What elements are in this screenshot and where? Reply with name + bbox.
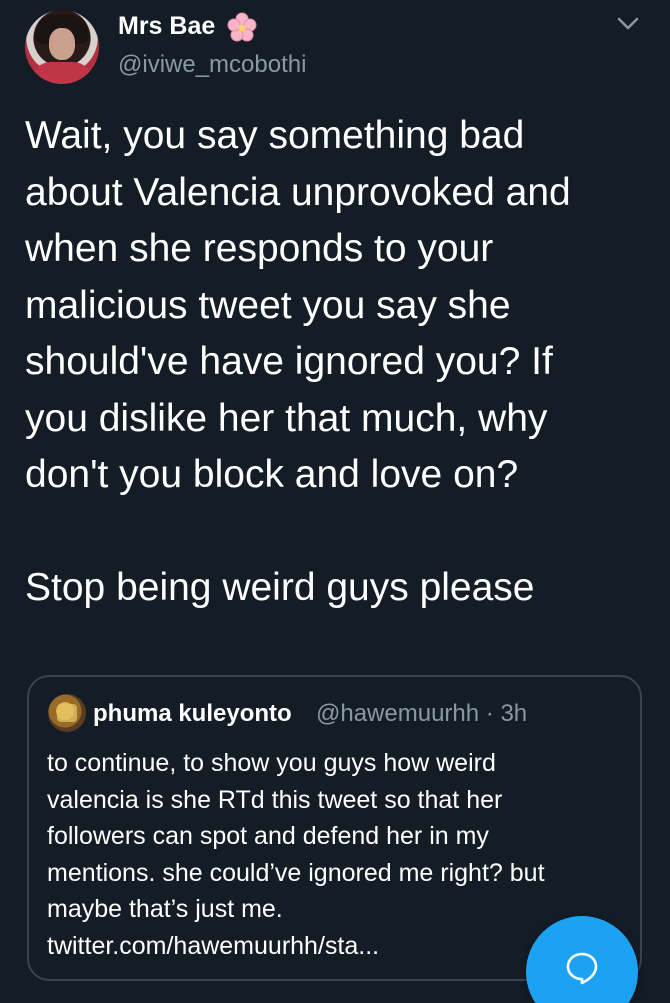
- compose-message-icon: [566, 952, 598, 985]
- cherry-blossom-icon: [227, 12, 257, 42]
- author-handle[interactable]: @iviwe_mcobothi: [118, 51, 306, 79]
- quoted-tweet-avatar: [48, 694, 86, 732]
- tweet-paragraph-1: Wait, you say something bad about Valenc…: [25, 114, 571, 496]
- avatar[interactable]: [25, 10, 99, 84]
- tweet-screen: Mrs Bae @iviwe_mcobothi Wait, you say so…: [0, 0, 670, 1003]
- quoted-tweet-display-name: phuma kuleyonto: [93, 700, 292, 727]
- tweet-text: Wait, you say something bad about Valenc…: [25, 108, 655, 617]
- chevron-down-icon[interactable]: [615, 12, 641, 34]
- author-display-name[interactable]: Mrs Bae: [118, 12, 215, 41]
- quoted-tweet-handle-time: @hawemuurhh · 3h: [316, 700, 528, 727]
- quoted-avatar-detail: [57, 704, 77, 722]
- tweet-paragraph-2: Stop being weird guys please: [25, 566, 535, 609]
- avatar-dress: [31, 62, 93, 84]
- quoted-tweet-text: to continue, to show you guys how weird …: [47, 749, 545, 960]
- avatar-face: [49, 28, 75, 60]
